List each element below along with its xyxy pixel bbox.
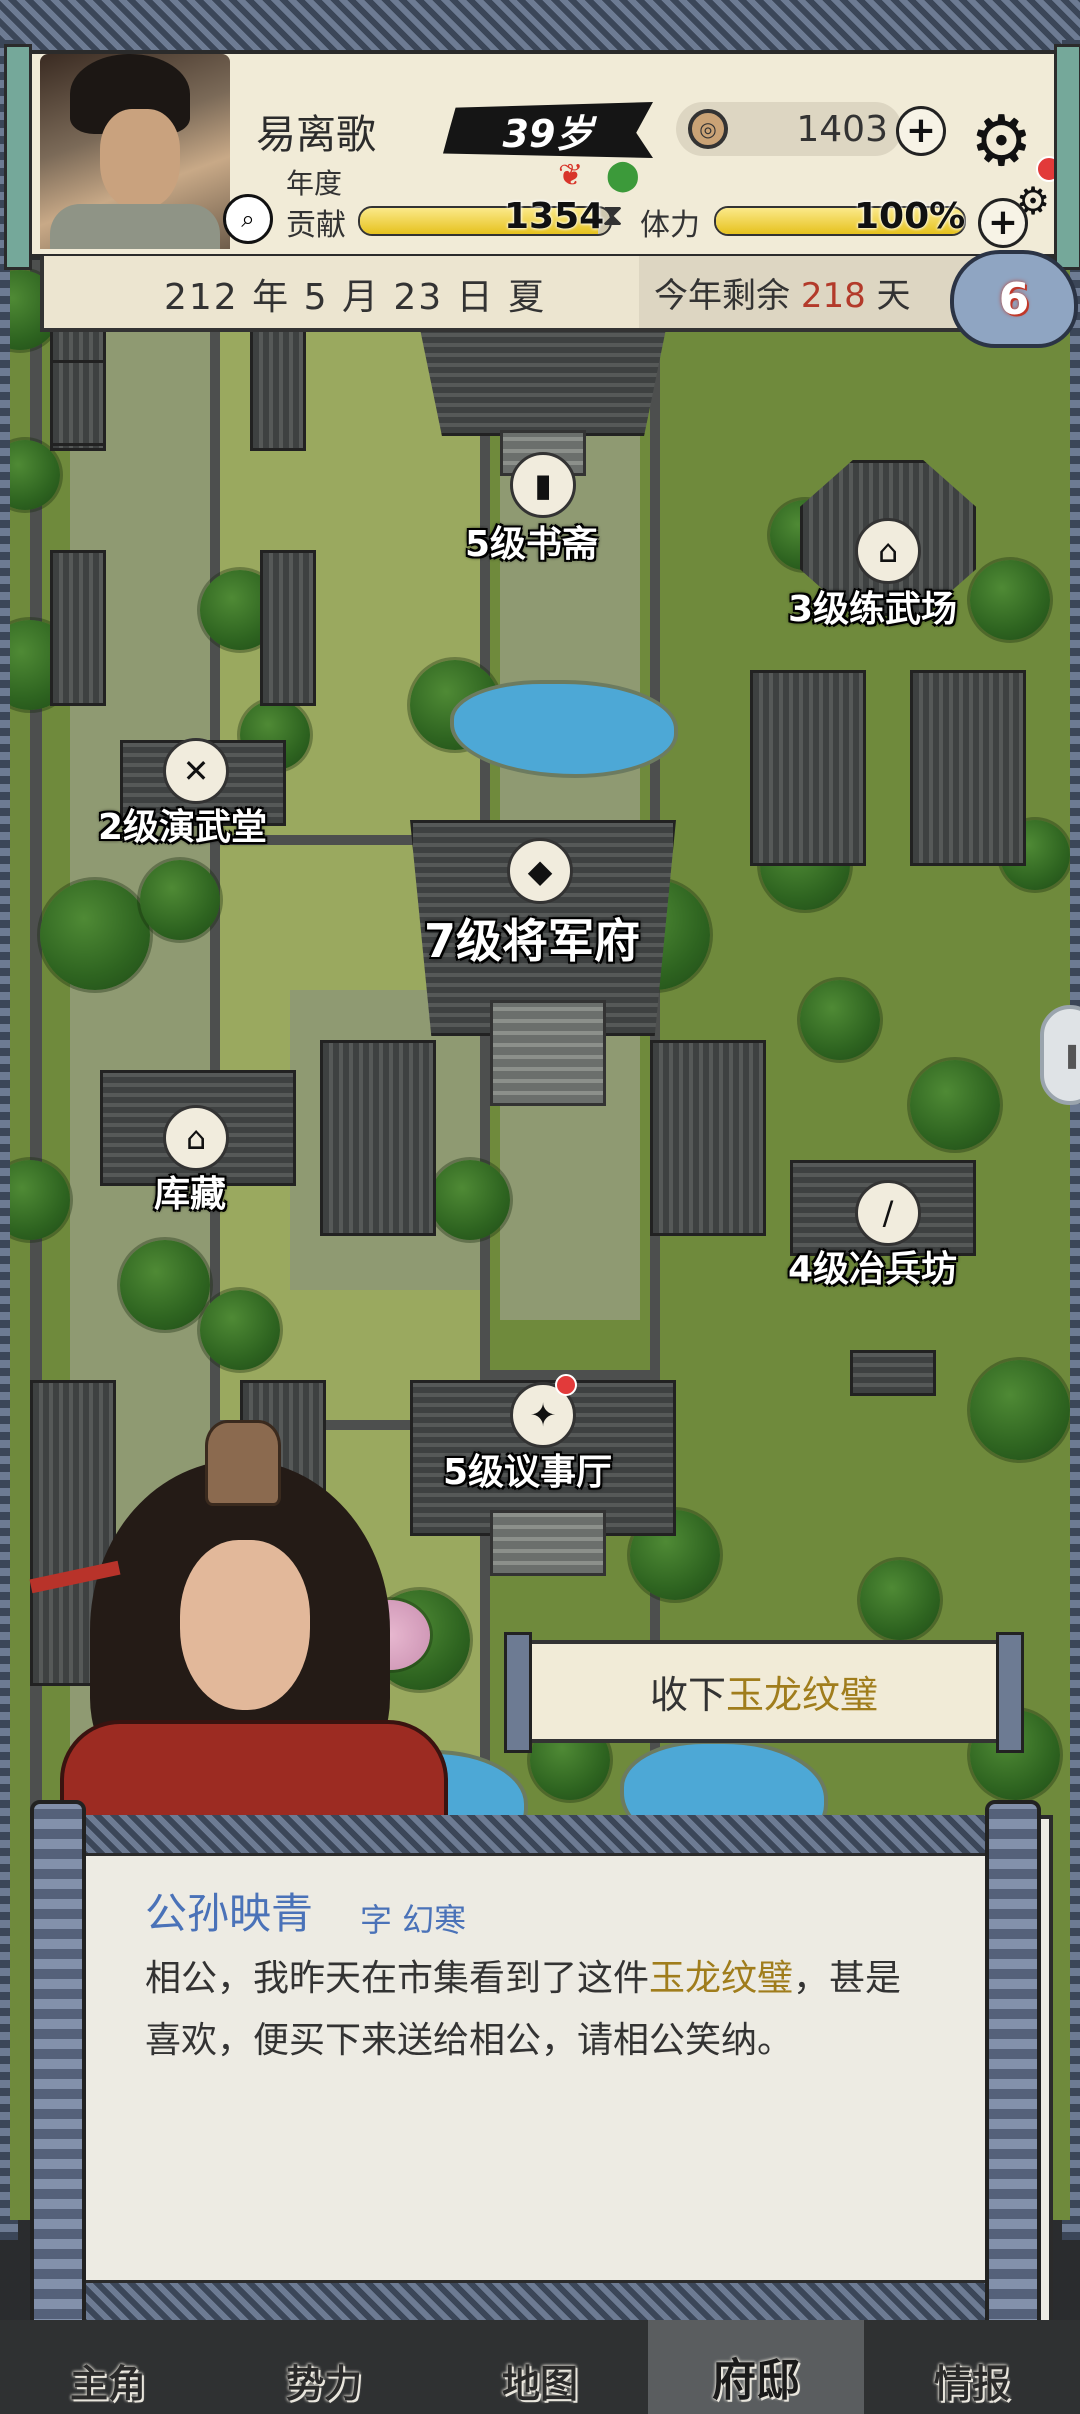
speaker-courtesy-name: 字 幻寒 bbox=[360, 1901, 467, 1939]
nav-intel[interactable]: 情报 bbox=[864, 2320, 1080, 2414]
helmet-icon[interactable]: ⌂ bbox=[855, 518, 921, 584]
days-remaining-number: 218 bbox=[800, 276, 866, 316]
crossed-swords-icon[interactable]: ✕ bbox=[163, 738, 229, 804]
building-martial-hall[interactable]: 2级演武堂 bbox=[98, 798, 267, 850]
building-study[interactable]: 5级书斋 bbox=[465, 515, 598, 567]
armor-icon[interactable]: ◆ bbox=[507, 838, 573, 904]
building-storehouse[interactable]: 库藏 bbox=[154, 1165, 226, 1217]
accept-item: 玉龙纹璧 bbox=[726, 1673, 879, 1717]
coin-icon: ◎ bbox=[688, 109, 728, 149]
accept-prefix: 收下 bbox=[649, 1673, 726, 1717]
days-remaining-suffix: 天 bbox=[876, 276, 911, 316]
contribution-label: 贡献 bbox=[286, 208, 346, 243]
notification-dot bbox=[555, 1374, 577, 1396]
building-training-ground[interactable]: 3级练武场 bbox=[788, 580, 957, 632]
building-council-hall[interactable]: 5级议事厅 bbox=[443, 1443, 612, 1495]
days-remaining-prefix: 今年剩余 bbox=[654, 276, 790, 316]
building-general-mansion[interactable]: 7级将军府 bbox=[424, 905, 640, 971]
red-bird-icon: ❦ bbox=[558, 158, 584, 193]
speaker-name: 公孙映青 bbox=[145, 1889, 314, 1938]
bottom-nav: 主角 势力 地图 府邸 情报 bbox=[0, 2320, 1080, 2414]
dialogue-bottom-border bbox=[80, 2280, 1020, 2321]
book-icon[interactable]: ▮ bbox=[510, 452, 576, 518]
event-cloud-badge[interactable]: 6 bbox=[950, 250, 1078, 348]
dialogue-top-border bbox=[80, 1815, 1020, 1856]
dialogue-text-part1: 相公，我昨天在市集看到了这件 bbox=[145, 1958, 650, 1999]
nav-map[interactable]: 地图 bbox=[432, 2320, 648, 2414]
contribution-value: 1354 bbox=[504, 196, 605, 237]
player-age: 39岁 bbox=[443, 102, 653, 158]
player-status-panel: ⌕ 易离歌 39岁 ◎ 1403 + ⚙ ⚙ 年度 ❦ ⬤ 贡献 1354 ⧗ … bbox=[4, 44, 1080, 270]
player-name: 易离歌 bbox=[256, 112, 376, 158]
blade-icon[interactable]: / bbox=[855, 1180, 921, 1246]
side-drawer-handle[interactable]: ❚❚ bbox=[1040, 1005, 1080, 1105]
house-icon[interactable]: ⌂ bbox=[163, 1105, 229, 1171]
current-date: 212 年 5 月 23 日 夏 bbox=[164, 277, 547, 318]
settings-gear-icon[interactable]: ⚙ bbox=[970, 106, 1033, 176]
add-stamina-button[interactable]: + bbox=[978, 198, 1028, 248]
add-coins-button[interactable]: + bbox=[896, 106, 946, 156]
dialogue-text: 相公，我昨天在市集看到了这件玉龙纹璧，甚是喜欢，便买下来送给相公，请相公笑纳。 bbox=[145, 1948, 935, 2072]
days-remaining: 今年剩余 218 天 bbox=[654, 268, 911, 317]
accept-gift-button[interactable]: 收下 玉龙纹璧 bbox=[504, 1632, 1024, 1753]
date-bar: 212 年 5 月 23 日 夏 今年剩余 218 天 bbox=[40, 256, 1048, 332]
dialogue-scroll-left bbox=[30, 1800, 86, 2343]
dialogue-item-name: 玉龙纹璧 bbox=[649, 1958, 794, 1999]
stamina-label: 体力 bbox=[640, 208, 700, 243]
nav-protagonist[interactable]: 主角 bbox=[0, 2320, 216, 2414]
building-forge[interactable]: 4级冶兵坊 bbox=[788, 1240, 957, 1292]
dialogue-scroll-right bbox=[985, 1800, 1041, 2343]
nav-faction[interactable]: 势力 bbox=[216, 2320, 432, 2414]
character-portrait bbox=[29, 1420, 450, 1868]
coin-value: 1403 bbox=[796, 109, 888, 150]
player-avatar[interactable] bbox=[40, 54, 230, 249]
magnifier-icon[interactable]: ⌕ bbox=[223, 194, 273, 244]
stamina-value: 100% bbox=[854, 196, 966, 237]
year-label: 年度 bbox=[286, 167, 343, 200]
hourglass-icon: ⧗ bbox=[602, 198, 624, 233]
event-count: 6 bbox=[998, 273, 1030, 325]
nav-residence[interactable]: 府邸 bbox=[648, 2320, 864, 2414]
green-pin-icon: ⬤ bbox=[606, 158, 640, 193]
settings-notification-dot bbox=[1036, 156, 1062, 182]
